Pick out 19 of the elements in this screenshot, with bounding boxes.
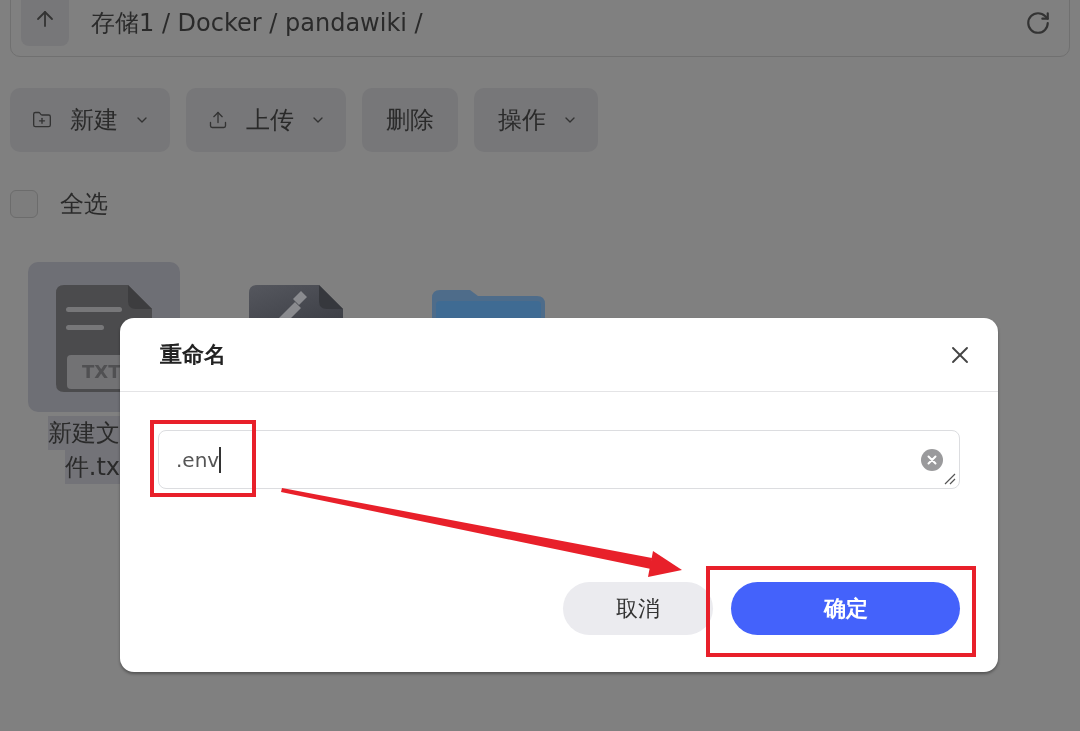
up-button[interactable]: [21, 0, 69, 46]
dialog-button[interactable]: 确定: [731, 582, 960, 635]
resize-handle-icon[interactable]: [944, 473, 956, 485]
folder-icon: [431, 290, 545, 318]
upload-icon: [208, 110, 228, 130]
dialog-button[interactable]: 取消: [563, 582, 713, 635]
file-name: 件.tx: [64, 450, 120, 484]
toolbar-button[interactable]: 删除: [362, 88, 458, 152]
document-pencil-icon: [249, 285, 343, 318]
text-cursor-icon: [219, 446, 222, 473]
toolbar-button[interactable]: 操作: [474, 88, 598, 152]
select-all-label: 全选: [60, 192, 108, 216]
folder-plus-icon: [32, 110, 52, 130]
toolbar-button[interactable]: 新建: [10, 88, 170, 152]
refresh-icon[interactable]: [1025, 9, 1051, 36]
input-field[interactable]: .env: [158, 430, 960, 489]
path-text: 存储1 / Docker / pandawiki /: [91, 10, 423, 35]
toolbar-button[interactable]: 上传: [186, 88, 346, 152]
file-name: 新建文: [48, 416, 120, 450]
